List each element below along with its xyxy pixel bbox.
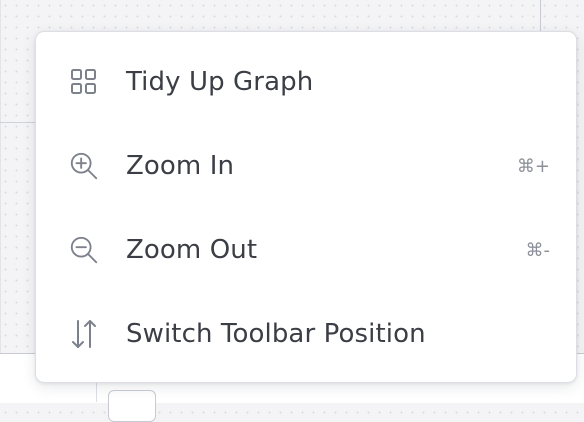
menu-item-label: Switch Toolbar Position	[126, 319, 426, 349]
toolbar-button[interactable]	[108, 390, 156, 422]
zoom-in-icon	[68, 150, 100, 182]
menu-item-shortcut: ⌘+	[516, 155, 550, 177]
zoom-out-icon	[68, 234, 100, 266]
menu-item-label: Zoom In	[126, 151, 235, 181]
menu-item-label: Zoom Out	[126, 235, 258, 265]
menu-item-label: Tidy Up Graph	[126, 67, 314, 97]
menu-item-switch-toolbar-position[interactable]: Switch Toolbar Position	[36, 292, 576, 376]
grid-icon	[68, 66, 100, 98]
menu-item-tidy-up-graph[interactable]: Tidy Up Graph	[36, 40, 576, 124]
swap-vertical-icon	[68, 318, 100, 350]
menu-item-zoom-in[interactable]: Zoom In ⌘+	[36, 124, 576, 208]
canvas-divider	[540, 0, 541, 34]
canvas-edge	[0, 0, 1, 402]
menu-item-zoom-out[interactable]: Zoom Out ⌘-	[36, 208, 576, 292]
canvas-connector	[0, 122, 40, 123]
context-menu: Tidy Up Graph Zoom In ⌘+ Zoom Out ⌘- Swi…	[35, 31, 577, 383]
menu-item-shortcut: ⌘-	[525, 239, 551, 261]
